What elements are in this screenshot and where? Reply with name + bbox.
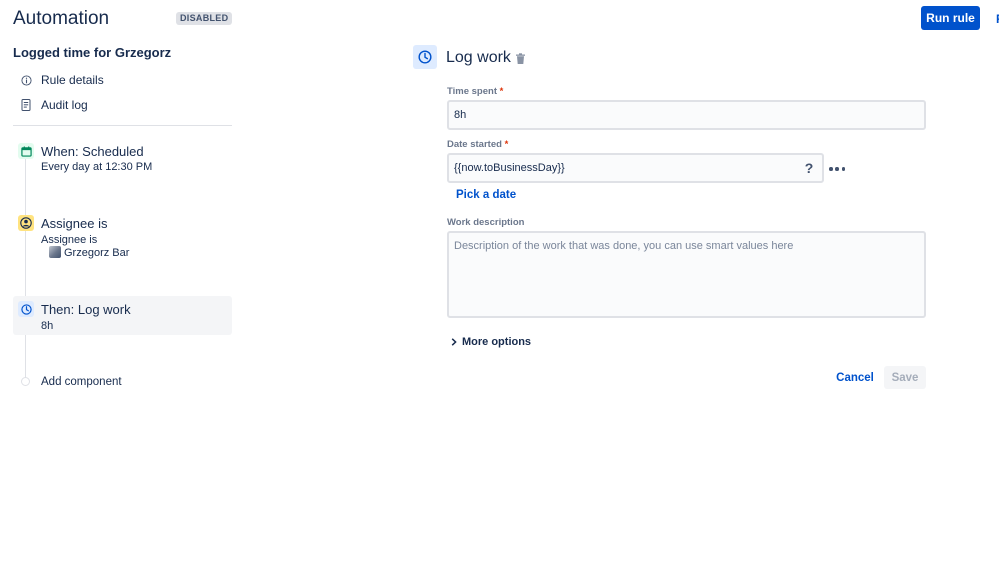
work-description-label: Work description — [447, 217, 525, 228]
step-action-subtitle: 8h — [41, 320, 54, 332]
info-icon — [17, 71, 35, 89]
help-icon[interactable]: ? — [802, 160, 816, 176]
sidebar-item-rule-details[interactable]: Rule details — [17, 71, 104, 89]
rule-name: Logged time for Grzegorz — [13, 45, 172, 60]
add-component-dot — [21, 377, 30, 386]
more-options-label: More options — [462, 336, 532, 348]
step-connector — [25, 158, 26, 378]
document-icon — [17, 96, 35, 114]
clock-icon — [18, 301, 34, 317]
sidebar-item-label: Audit log — [41, 98, 88, 112]
save-button[interactable]: Save — [884, 366, 926, 389]
user-icon — [18, 215, 34, 231]
sidebar-divider — [13, 125, 232, 126]
clock-icon — [413, 45, 437, 69]
page-title: Automation — [13, 8, 110, 29]
status-badge: DISABLED — [176, 12, 233, 25]
more-options-toggle[interactable]: More options — [449, 336, 531, 348]
step-condition-user: Grzegorz Bar — [64, 247, 130, 259]
sidebar-item-audit-log[interactable]: Audit log — [17, 96, 88, 114]
panel-title: Log work — [446, 49, 511, 66]
avatar — [49, 246, 61, 258]
work-description-textarea[interactable] — [447, 231, 926, 318]
step-condition-subtitle: Assignee is — [41, 234, 98, 246]
trash-icon[interactable] — [515, 52, 526, 64]
step-trigger-subtitle: Every day at 12:30 PM — [41, 161, 153, 173]
date-started-label: Date started * — [447, 139, 509, 150]
time-spent-label: Time spent * — [447, 86, 504, 97]
more-icon[interactable] — [829, 167, 845, 171]
calendar-icon — [18, 143, 34, 159]
cancel-button[interactable]: Cancel — [833, 366, 877, 389]
run-rule-button[interactable]: Run rule — [921, 6, 980, 30]
chevron-right-icon — [449, 338, 459, 346]
sidebar-item-label: Rule details — [41, 73, 104, 87]
step-condition-title: Assignee is — [41, 216, 108, 231]
step-trigger-title: When: Scheduled — [41, 144, 144, 159]
date-started-input[interactable] — [447, 153, 824, 183]
time-spent-input[interactable] — [447, 100, 926, 130]
add-component-button[interactable]: Add component — [41, 375, 122, 389]
pick-date-link[interactable]: Pick a date — [456, 189, 516, 201]
step-action-title: Then: Log work — [41, 302, 131, 317]
